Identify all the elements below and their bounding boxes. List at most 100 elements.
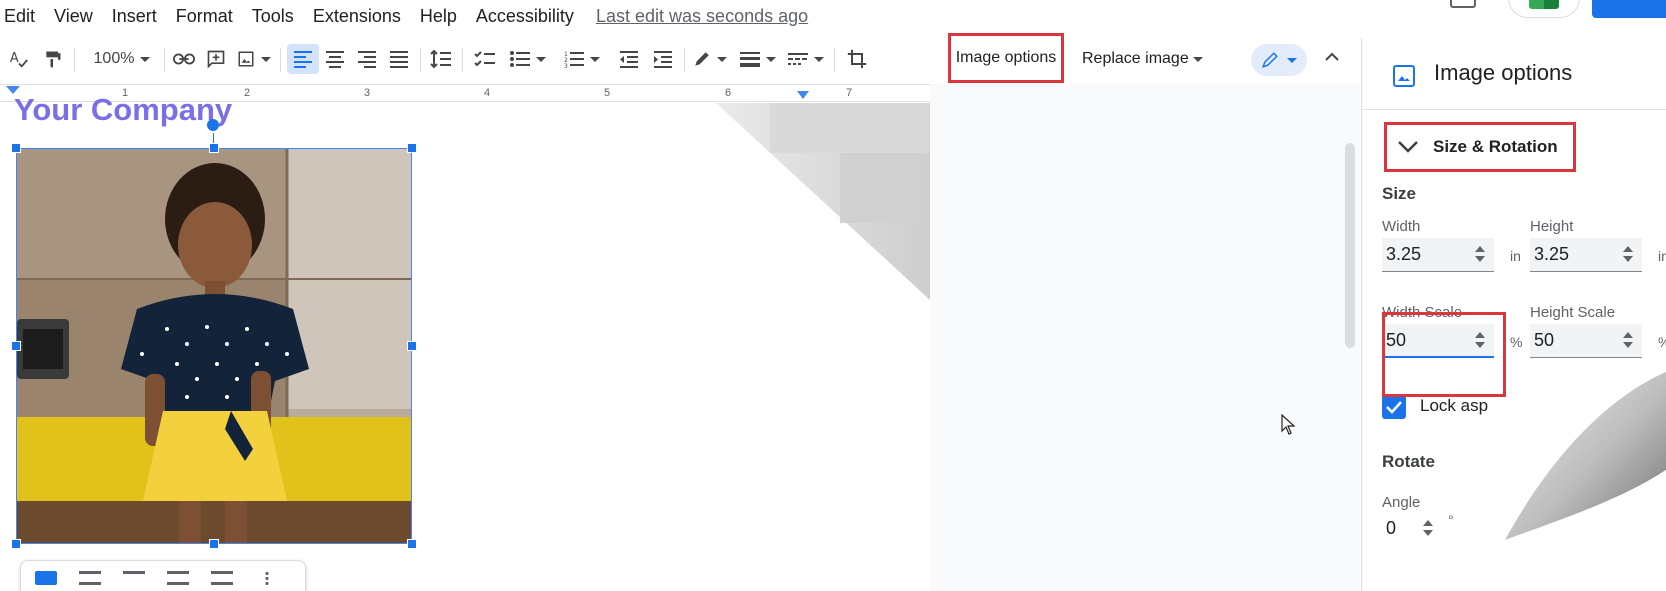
height-field[interactable]: 3.25 [1530, 238, 1642, 272]
spinner-icon[interactable] [1474, 244, 1486, 264]
spellcheck-icon[interactable]: A [4, 44, 34, 74]
menu-accessibility[interactable]: Accessibility [476, 4, 574, 28]
align-left-icon [294, 51, 312, 68]
resize-handle-top[interactable] [209, 143, 219, 153]
resize-handle-bottom-right[interactable] [407, 539, 417, 549]
company-heading[interactable]: Your Company [14, 92, 232, 128]
spinner-icon[interactable] [1622, 330, 1634, 350]
comment-history-icon[interactable] [1450, 0, 1476, 8]
photo-illustration [17, 149, 411, 543]
angle-field[interactable]: 0 [1382, 512, 1442, 546]
more-options-icon[interactable] [265, 571, 269, 587]
height-scale-unit: % [1658, 334, 1666, 350]
align-justify-icon[interactable] [384, 44, 414, 74]
add-comment-icon[interactable] [202, 44, 230, 74]
link-icon[interactable] [170, 44, 198, 74]
menu-tools[interactable]: Tools [252, 4, 294, 28]
separator [420, 48, 421, 72]
behind-text-icon[interactable] [167, 571, 189, 585]
inline-wrap-icon[interactable] [35, 571, 57, 585]
rotate-handle[interactable] [207, 119, 219, 131]
width-field[interactable]: 3.25 [1382, 238, 1494, 272]
menu-extensions[interactable]: Extensions [313, 4, 401, 28]
share-button[interactable] [1592, 0, 1666, 18]
width-unit: in [1510, 248, 1521, 264]
meet-button[interactable] [1508, 0, 1580, 18]
resize-handle-bottom-left[interactable] [11, 539, 21, 549]
bulleted-list-button[interactable] [504, 44, 552, 74]
crop-icon[interactable] [842, 44, 872, 74]
right-indent-marker[interactable] [797, 91, 809, 99]
image-icon [1392, 64, 1416, 93]
in-front-text-icon[interactable] [211, 571, 233, 585]
last-edit-link[interactable]: Last edit was seconds ago [596, 4, 808, 28]
hide-menus-button[interactable] [1323, 48, 1341, 71]
menu-format[interactable]: Format [176, 4, 233, 28]
replace-image-label: Replace image [1082, 50, 1189, 67]
height-scale-field[interactable]: 50 [1530, 324, 1642, 358]
size-rotation-section-toggle[interactable]: Size & Rotation [1384, 122, 1576, 172]
increase-indent-icon[interactable] [648, 44, 678, 74]
chevron-down-icon [536, 56, 546, 62]
resize-handle-top-left[interactable] [11, 143, 21, 153]
image-icon [238, 51, 254, 67]
insert-image-button[interactable] [234, 44, 274, 74]
zoom-select[interactable]: 100% [86, 44, 158, 74]
replace-image-button[interactable]: Replace image [1082, 50, 1203, 68]
width-scale-unit: % [1510, 334, 1523, 350]
decrease-indent-icon[interactable] [614, 44, 644, 74]
resize-handle-right[interactable] [407, 341, 417, 351]
mouse-cursor-icon [1281, 413, 1297, 441]
resize-handle-left[interactable] [11, 341, 21, 351]
zoom-value: 100% [93, 50, 135, 67]
selected-image[interactable] [16, 148, 412, 544]
numbered-list-button[interactable]: 123 [558, 44, 606, 74]
height-unit: in [1658, 248, 1666, 264]
angle-label: Angle [1382, 494, 1421, 511]
spinner-icon[interactable] [1422, 518, 1434, 538]
lock-aspect-checkbox[interactable] [1382, 395, 1406, 419]
border-weight-button[interactable] [736, 44, 780, 74]
angle-value: 0 [1386, 518, 1397, 538]
document-background [930, 84, 1360, 591]
border-dash-button[interactable] [784, 44, 828, 74]
break-text-icon[interactable] [123, 571, 145, 585]
checklist-icon[interactable] [470, 44, 500, 74]
menu-help[interactable]: Help [420, 4, 457, 28]
resize-handle-top-right[interactable] [407, 143, 417, 153]
chevron-down-icon [590, 56, 600, 62]
chevron-down-icon [261, 56, 271, 62]
svg-text:3: 3 [564, 63, 568, 68]
separator [684, 48, 685, 72]
editing-mode-button[interactable] [1251, 44, 1307, 76]
wrap-text-icon[interactable] [79, 571, 101, 585]
border-dash-icon [788, 53, 808, 65]
paint-format-icon[interactable] [38, 44, 68, 74]
panel-title: Image options [1434, 60, 1573, 85]
menu-view[interactable]: View [54, 4, 93, 28]
chevron-down-icon [1398, 141, 1418, 153]
ruler-number: 4 [484, 87, 491, 99]
menu-edit[interactable]: Edit [4, 4, 35, 28]
bulleted-list-icon [510, 51, 530, 67]
menu-insert[interactable]: Insert [112, 4, 157, 28]
align-left-button[interactable] [287, 44, 319, 74]
angle-unit: ° [1448, 512, 1454, 528]
height-value: 3.25 [1534, 244, 1570, 264]
scrollbar[interactable] [1345, 143, 1355, 348]
align-center-icon[interactable] [320, 44, 350, 74]
border-color-button[interactable] [690, 44, 730, 74]
lock-aspect-label: Lock asp [1420, 396, 1489, 415]
image-options-button[interactable]: Image options [948, 33, 1064, 83]
ruler-number: 6 [725, 87, 732, 99]
rotate-heading: Rotate [1382, 452, 1435, 471]
resize-handle-bottom[interactable] [209, 539, 219, 549]
line-spacing-icon[interactable] [426, 44, 456, 74]
separator [74, 48, 75, 72]
chevron-down-icon [1287, 57, 1297, 63]
ruler-number: 5 [604, 87, 611, 99]
height-label: Height [1530, 218, 1574, 235]
align-right-icon[interactable] [352, 44, 382, 74]
spinner-icon[interactable] [1622, 244, 1634, 264]
separator [280, 48, 281, 72]
